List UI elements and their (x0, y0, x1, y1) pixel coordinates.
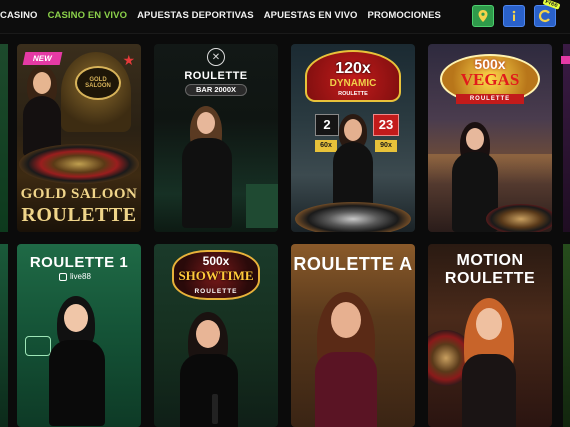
nav-apuestas-en-vivo[interactable]: APUESTAS EN VIVO (259, 10, 363, 21)
multiplier-left: 60x (315, 140, 337, 152)
card-title-line1: MOTION (456, 252, 524, 269)
roulette-wheel (295, 202, 411, 232)
top-icon-group: Free (472, 0, 561, 27)
partial-card-right-bottom[interactable] (563, 244, 570, 427)
roulette-wheel (486, 204, 552, 232)
game-card-roulette-bar-2000x[interactable]: ✕ ROULETTE BAR 2000X (154, 44, 278, 232)
partial-card-right-top[interactable] (561, 44, 570, 232)
nav-promociones[interactable]: PROMOCIONES (363, 10, 446, 21)
card-title: ROULETTE A (293, 254, 413, 274)
nav-apuestas-deportivas[interactable]: APUESTAS DEPORTIVAS (132, 10, 259, 21)
card-title: ROULETTE 1 (29, 254, 129, 271)
partial-card-left-top[interactable] (0, 44, 8, 232)
microphone-icon (212, 394, 218, 424)
roulette-wheel (19, 144, 139, 184)
card-title-line1: GOLD SALOON (20, 186, 138, 202)
card-title-line2: ROULETTE (444, 270, 536, 287)
game-card-gold-saloon-roulette[interactable]: GOLD SALOON NEW ★ GOLD SALOON ROULETTE (17, 44, 141, 232)
location-icon[interactable] (472, 5, 494, 27)
multiplier-right: 90x (375, 140, 397, 152)
game-card-500x-showtime-roulette[interactable]: 500x SHOWTIME ROULETTE (154, 244, 278, 427)
card-title-multiplier: 120x (335, 60, 371, 77)
game-card-500x-vegas-roulette[interactable]: 500x VEGAS ROULETTE (428, 44, 552, 232)
provider-icon (59, 272, 67, 281)
card-title: VEGAS (460, 70, 520, 89)
nav-casino[interactable]: CASINO (0, 10, 43, 21)
nav-casino-en-vivo[interactable]: CASINO EN VIVO (43, 10, 133, 21)
card-title: DYNAMIC (329, 78, 377, 89)
partial-card-left-bottom[interactable] (0, 244, 8, 427)
card-subtitle: ROULETTE (456, 94, 524, 104)
result-number-black: 2 (315, 114, 339, 136)
card-subtitle: ROULETTE (194, 288, 238, 295)
game-card-roulette-a[interactable]: ROULETTE A (291, 244, 415, 427)
game-card-roulette-1[interactable]: ROULETTE 1 live88 (17, 244, 141, 427)
result-number-red: 23 (373, 114, 399, 136)
provider-logo: live88 (59, 272, 91, 281)
roulette-logo-icon: ✕ (207, 48, 225, 66)
gold-saloon-logo: GOLD SALOON (75, 66, 121, 100)
card-subtitle-badge: BAR 2000X (185, 84, 247, 96)
game-card-motion-roulette[interactable]: MOTION ROULETTE (428, 244, 552, 427)
game-card-120x-dynamic-roulette[interactable]: 120x DYNAMIC ROULETTE 2 23 60x 90x (291, 44, 415, 232)
card-title-multiplier: 500x (202, 254, 230, 268)
top-navigation-bar: CASINO CASINO EN VIVO APUESTAS DEPORTIVA… (0, 0, 570, 34)
main-nav: CASINO CASINO EN VIVO APUESTAS DEPORTIVA… (0, 10, 446, 21)
live-casino-game-grid: GOLD SALOON NEW ★ GOLD SALOON ROULETTE ✕… (0, 40, 570, 427)
card-title: SHOWTIME (178, 268, 254, 283)
info-icon[interactable] (503, 5, 525, 27)
card-title: ROULETTE (184, 70, 248, 82)
card-subtitle: ROULETTE (338, 91, 368, 97)
card-title-line2: ROULETTE (21, 204, 137, 226)
free-spins-icon[interactable]: Free (534, 0, 561, 27)
new-badge: NEW (22, 52, 63, 65)
star-icon: ★ (122, 52, 135, 68)
roulette-table-icon (25, 336, 51, 356)
